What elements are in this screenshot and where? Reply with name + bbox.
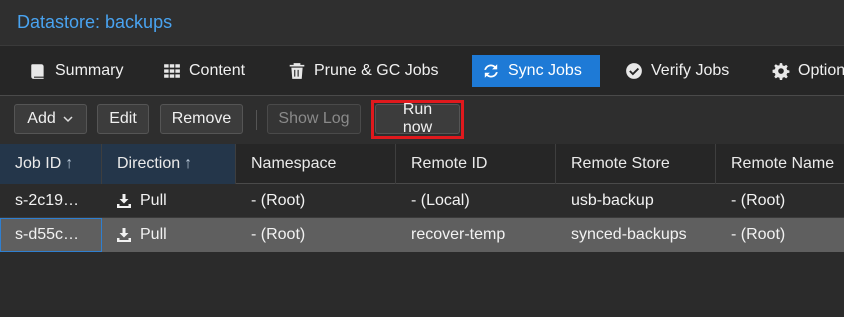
toolbar-separator: [256, 110, 257, 130]
download-icon: [117, 194, 131, 208]
add-label: Add: [27, 110, 56, 127]
namespace-cell: - (Root): [251, 226, 306, 243]
tab-verify-jobs[interactable]: Verify Jobs: [615, 55, 739, 87]
table-row-selected[interactable]: s-d55c… Pull - (Root) recover-temp synce…: [0, 218, 844, 252]
edit-button[interactable]: Edit: [97, 104, 149, 134]
remote-id-cell: recover-temp: [411, 226, 506, 243]
grid-icon: [164, 64, 180, 78]
column-header-remote-store[interactable]: Remote Store: [556, 144, 716, 184]
column-header-namespace[interactable]: Namespace: [236, 144, 396, 184]
tab-bar: Summary Content Prune & GC Jobs Sync Job…: [0, 46, 844, 96]
direction-cell: Pull: [102, 218, 236, 252]
direction-cell: Pull: [102, 184, 236, 218]
tab-label: Prune & GC Jobs: [314, 62, 439, 79]
tab-label: Verify Jobs: [651, 62, 730, 79]
add-button[interactable]: Add: [14, 104, 87, 134]
sort-asc-icon: ↑: [65, 155, 74, 172]
sync-icon: [484, 64, 498, 78]
remove-button[interactable]: Remove: [160, 104, 243, 134]
remote-store-cell: usb-backup: [571, 192, 654, 209]
job-id-cell: s-2c19…: [15, 192, 80, 209]
tab-label: Content: [189, 62, 246, 79]
chevron-down-icon: [63, 116, 73, 123]
book-icon: [31, 64, 44, 79]
tab-options[interactable]: Options: [762, 55, 844, 87]
show-log-button[interactable]: Show Log: [267, 104, 361, 134]
title-bar: Datastore: backups: [0, 0, 844, 46]
column-header-job-id[interactable]: Job ID ↑: [0, 144, 102, 184]
tab-label: Sync Jobs: [508, 62, 582, 79]
grid-empty-area: [0, 252, 844, 317]
remote-store-cell: synced-backups: [571, 226, 687, 243]
remove-label: Remove: [171, 110, 232, 127]
grid-header: Job ID ↑ Direction ↑ Namespace Remote ID R…: [0, 144, 844, 184]
remote-id-cell: - (Local): [411, 192, 470, 209]
tab-label: Summary: [55, 62, 124, 79]
run-now-highlight-box: [371, 100, 464, 139]
tab-sync-jobs[interactable]: Sync Jobs: [472, 55, 600, 87]
tab-content[interactable]: Content: [153, 55, 255, 87]
tab-label: Options: [798, 62, 844, 79]
gear-icon: [772, 63, 790, 80]
remote-namespace-cell: - (Root): [731, 226, 786, 243]
job-id-cell: s-d55c…: [0, 218, 102, 252]
namespace-cell: - (Root): [251, 192, 306, 209]
tab-summary[interactable]: Summary: [19, 55, 133, 87]
table-row[interactable]: s-2c19… Pull - (Root) - (Local) usb-back…: [0, 184, 844, 218]
trash-icon: [289, 63, 305, 79]
column-header-remote-id[interactable]: Remote ID: [396, 144, 556, 184]
datastore-title: Datastore: backups: [17, 12, 173, 32]
check-circle-icon: [626, 63, 642, 79]
remote-namespace-cell: - (Root): [731, 192, 786, 209]
tab-prune-gc[interactable]: Prune & GC Jobs: [278, 55, 449, 87]
sort-asc-icon: ↑: [184, 155, 193, 172]
column-header-direction[interactable]: Direction ↑: [102, 144, 236, 184]
show-log-label: Show Log: [278, 110, 350, 127]
download-icon: [117, 228, 131, 242]
edit-label: Edit: [109, 110, 137, 127]
column-header-remote-namespace[interactable]: Remote Name: [716, 144, 844, 184]
